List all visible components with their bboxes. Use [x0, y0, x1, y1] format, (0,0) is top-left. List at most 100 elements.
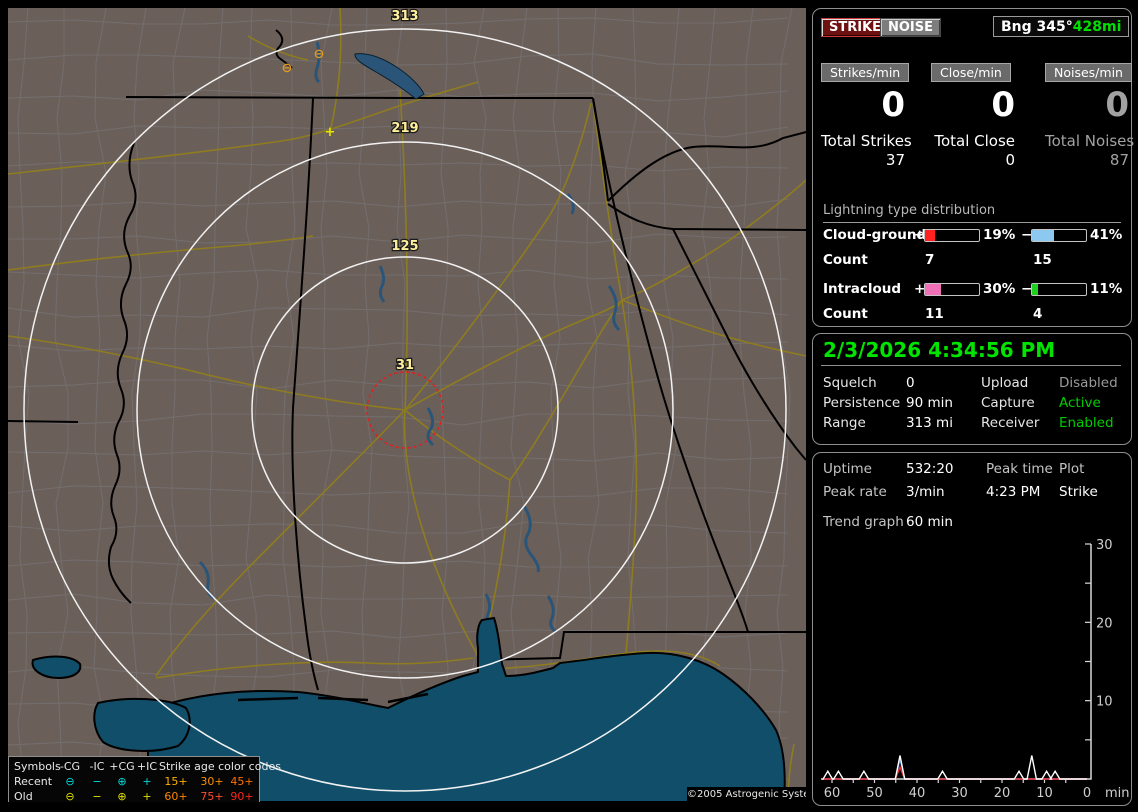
recent-ic-pos-icon: +: [142, 775, 152, 788]
ic-neg-bar: [1031, 283, 1087, 296]
ring-label-313: 313: [391, 9, 418, 24]
ring-label-31: 31: [396, 358, 414, 373]
bearing-distance: 428mi: [1072, 18, 1122, 35]
total-strikes-value: 37: [885, 151, 905, 169]
receiver-status: Enabled: [1059, 415, 1114, 431]
ic-neg-pct: 11%: [1090, 281, 1123, 297]
trend-xtick-40: 40: [909, 786, 926, 801]
persistence-label: Persistence: [823, 395, 901, 411]
trend-series-close: [823, 759, 1087, 780]
noises-per-min-chip[interactable]: Noises/min: [1045, 63, 1132, 82]
trend-xtick-10: 10: [1036, 786, 1053, 801]
cg-count-label: Count: [823, 252, 868, 268]
recent-cg-pos-icon: ⊕: [117, 775, 127, 788]
strike-symbol-1: ⊖: [314, 47, 325, 62]
trend-ytick-30: 30: [1096, 538, 1113, 553]
ring-label-219: 219: [391, 121, 418, 136]
app-window: 313 219 125 31 ⊖ ⊖ + Symbols -CG -IC +CG +IC …: [0, 0, 1138, 812]
trend-xtick-60: 60: [824, 786, 841, 801]
old-cg-neg-icon: ⊖: [65, 790, 75, 802]
cloud-ground-label: Cloud-ground: [823, 227, 927, 243]
legend-col-cg-pos: +CG: [109, 760, 135, 773]
bearing-readout: Bng 345° 428mi: [993, 16, 1129, 37]
range-value: 313 mi: [906, 415, 953, 431]
cg-pos-pct: 19%: [983, 227, 1016, 243]
age-code-90: 90+: [230, 790, 254, 802]
intracloud-label: Intracloud: [823, 281, 902, 297]
legend-col-ic-neg: -IC: [89, 760, 105, 773]
ic-count-label: Count: [823, 306, 868, 322]
trend-series-strikes: [821, 755, 1087, 780]
upload-status: Disabled: [1059, 375, 1118, 391]
persistence-value: 90 min: [906, 395, 953, 411]
total-close-value: 0: [1005, 151, 1015, 169]
legend-age-title: Strike age color codes: [159, 760, 281, 773]
legend-title: Symbols: [14, 760, 61, 773]
age-code-15: 15+: [164, 775, 188, 788]
old-ic-neg-icon: −: [92, 790, 102, 802]
status-panel: 2/3/2026 4:34:56 PM Squelch 0 Upload Dis…: [812, 333, 1132, 445]
old-ic-pos-icon: +: [142, 790, 152, 802]
trend-axes: [821, 544, 1092, 780]
trend-x-unit: min: [1105, 786, 1130, 801]
total-noises-value: 87: [1109, 151, 1129, 169]
recent-ic-neg-icon: −: [92, 775, 102, 788]
old-cg-pos-icon: ⊕: [117, 790, 127, 802]
trend-ytick-10: 10: [1096, 695, 1113, 710]
copyright-text: ©2005 Astrogenic Systems: [687, 787, 806, 802]
age-code-60: 60+: [164, 790, 188, 802]
bearing-label: Bng 345°: [1001, 18, 1073, 35]
ic-pos-pct: 30%: [983, 281, 1016, 297]
cg-pos-bar: [924, 229, 980, 242]
map-canvas: 313 219 125 31 ⊖ ⊖ +: [8, 8, 806, 802]
distribution-title: Lightning type distribution: [823, 203, 1121, 223]
lightning-map[interactable]: 313 219 125 31 ⊖ ⊖ + Symbols -CG -IC +CG +IC …: [8, 8, 806, 802]
total-noises-label: Total Noises: [1045, 132, 1135, 150]
strikes-rate: 0: [881, 85, 905, 125]
close-per-min-chip[interactable]: Close/min: [931, 63, 1011, 82]
datetime-display: 2/3/2026 4:34:56 PM: [823, 338, 1056, 362]
squelch-label: Squelch: [823, 375, 877, 391]
total-close-label: Total Close: [934, 132, 1015, 150]
upload-label: Upload: [981, 375, 1029, 391]
datetime-divider: [821, 365, 1121, 366]
legend-col-ic-pos: +IC: [136, 760, 158, 773]
close-rate: 0: [991, 85, 1015, 125]
total-strikes-label: Total Strikes: [821, 132, 912, 150]
trend-xtick-50: 50: [866, 786, 883, 801]
ic-pos-bar: [924, 283, 980, 296]
trend-ytick-20: 20: [1096, 616, 1113, 631]
strike-mode-button[interactable]: STRIKE: [821, 18, 890, 37]
recent-cg-neg-icon: ⊖: [65, 775, 75, 788]
cg-pos-count: 7: [925, 252, 935, 268]
age-code-45: 45+: [230, 775, 254, 788]
squelch-value: 0: [906, 375, 915, 391]
trend-graph: 10 20 30 60 50 40 30 20 10 0 min: [821, 538, 1130, 801]
legend-row-old: Old: [14, 790, 33, 802]
strike-symbol-2: +: [325, 125, 336, 140]
legend-row-recent: Recent: [14, 775, 53, 788]
ic-pos-count: 11: [925, 306, 944, 322]
receiver-label: Receiver: [981, 415, 1040, 431]
trend-xtick-0: 0: [1083, 786, 1091, 801]
map-legend: Symbols -CG -IC +CG +IC Strike age color…: [8, 756, 281, 802]
noise-mode-button[interactable]: NOISE: [880, 18, 942, 37]
strikes-per-min-chip[interactable]: Strikes/min: [821, 63, 910, 82]
capture-status: Active: [1059, 395, 1101, 411]
noises-rate: 0: [1105, 85, 1129, 125]
age-code-75: 75+: [200, 790, 224, 802]
age-code-30: 30+: [200, 775, 224, 788]
capture-label: Capture: [981, 395, 1035, 411]
trend-xtick-20: 20: [994, 786, 1011, 801]
trend-xtick-30: 30: [951, 786, 968, 801]
ic-neg-count: 4: [1033, 306, 1043, 322]
cg-neg-count: 15: [1033, 252, 1052, 268]
cg-neg-bar: [1031, 229, 1087, 242]
stats-panel: Uptime 532:20 Peak time Plot Peak rate 3…: [812, 452, 1132, 806]
ring-label-125: 125: [391, 239, 418, 254]
strike-symbol-0: ⊖: [282, 61, 293, 76]
range-label: Range: [823, 415, 866, 431]
legend-col-cg-neg: -CG: [59, 760, 81, 773]
counters-panel: STRIKE NOISE Bng 345° 428mi Strikes/min …: [812, 8, 1135, 327]
cg-neg-pct: 41%: [1090, 227, 1123, 243]
